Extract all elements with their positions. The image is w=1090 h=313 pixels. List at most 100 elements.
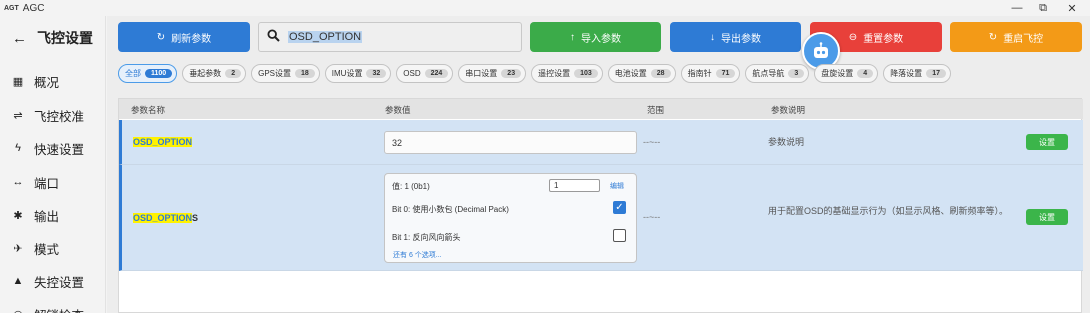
- sidebar-item-output[interactable]: ✱ 输出: [10, 205, 59, 225]
- chip-count: 23: [501, 69, 522, 78]
- reboot-fc-button[interactable]: ↻ 重启飞控: [950, 22, 1082, 52]
- search-value: OSD_OPTION: [288, 31, 363, 43]
- button-label: 导入参数: [581, 33, 621, 45]
- chip-vtol[interactable]: 垂起参数 2: [182, 64, 247, 83]
- table-row[interactable]: OSD_OPTIONS 值: 1 (0b1) 1 编辑 Bit 0: 使用小数包…: [119, 165, 1083, 271]
- chip-label: 垂起参数: [189, 69, 222, 78]
- name-highlight: OSD_OPTION: [133, 213, 193, 223]
- app-title: AGC: [22, 2, 45, 14]
- grid-icon: ▦: [12, 75, 24, 88]
- header-range: 范围: [647, 105, 665, 115]
- button-label: 导出参数: [721, 33, 761, 45]
- chip-compass[interactable]: 指南针 71: [680, 64, 741, 83]
- bit1-checkbox[interactable]: [613, 229, 626, 242]
- edit-link[interactable]: 编辑: [610, 181, 624, 191]
- table-header: 参数名称 参数值 范围 参数说明: [119, 99, 1083, 119]
- sidebar-item-label: 概况: [34, 75, 60, 90]
- back-arrow-icon[interactable]: ←: [12, 30, 27, 47]
- chip-label: 指南针: [687, 69, 712, 78]
- warning-icon: ▲: [12, 275, 24, 287]
- chip-label: 电池设置: [614, 69, 647, 78]
- chip-rc[interactable]: 遥控设置 103: [531, 64, 603, 83]
- sidebar-item-label: 端口: [34, 176, 60, 191]
- airplane-icon: ✈: [13, 242, 23, 255]
- param-name: OSD_OPTIONS: [133, 213, 198, 223]
- sidebar-item-label: 快速设置: [34, 142, 85, 157]
- param-range: --~--: [643, 212, 661, 222]
- lightning-icon: ϟ: [15, 142, 21, 154]
- sidebar-item-label: 飞控校准: [34, 109, 85, 124]
- sidebar-item-quick-setup[interactable]: ϟ 快速设置: [10, 138, 84, 158]
- chip-label: 航点导航: [752, 69, 785, 78]
- maximize-icon[interactable]: ⧉: [1028, 0, 1058, 16]
- bit0-checkbox[interactable]: ✓: [613, 201, 626, 214]
- chip-count: 71: [715, 69, 736, 78]
- chip-battery[interactable]: 电池设置 28: [607, 64, 676, 83]
- sidebar-item-label: 输出: [34, 209, 60, 224]
- sidebar-item-label: 失控设置: [34, 275, 85, 290]
- chip-serial[interactable]: 串口设置 23: [458, 64, 527, 83]
- port-arrows-icon: ↔: [12, 176, 24, 188]
- bit1-label: Bit 1: 反向风向箭头: [392, 233, 461, 242]
- chip-label: IMU设置: [331, 69, 363, 78]
- sidebar-header: ← 飞控设置: [12, 28, 93, 48]
- button-label: 重置参数: [863, 33, 904, 45]
- chip-loiter[interactable]: 盘旋设置 4: [814, 64, 879, 83]
- sidebar-item-ports[interactable]: ↔ 端口: [10, 172, 60, 192]
- upload-arrow-icon: ↑: [570, 31, 575, 43]
- sidebar-item-modes[interactable]: ✈ 模式: [10, 238, 59, 258]
- chip-gps[interactable]: GPS设置 18: [251, 64, 320, 83]
- chip-count: 2: [225, 69, 242, 78]
- chip-landing[interactable]: 降落设置 17: [883, 64, 951, 83]
- refresh-icon: ↻: [156, 31, 166, 43]
- search-input[interactable]: OSD_OPTION: [258, 22, 522, 52]
- export-params-button[interactable]: ↓ 导出参数: [670, 22, 801, 52]
- gear-icon: ✱: [13, 209, 23, 222]
- reset-icon: ⊖: [848, 31, 858, 43]
- main-content: ↻ 刷新参数 OSD_OPTION ↑ 导入参数 ↓ 导出参数 ⊖ 重置参数 ↻…: [107, 16, 1090, 313]
- chip-label: 盘旋设置: [821, 69, 854, 78]
- chip-all[interactable]: 全部 1100: [118, 64, 178, 83]
- chip-osd[interactable]: OSD 224: [396, 64, 454, 83]
- sidebar-item-arming-check[interactable]: ◎ 解锁检查: [10, 304, 84, 313]
- param-desc: 用于配置OSD的基础显示行为（如显示风格、刷新频率等）。: [768, 206, 1009, 216]
- chip-count: 32: [366, 69, 387, 78]
- set-button[interactable]: 设置: [1026, 209, 1068, 225]
- chip-label: 降落设置: [890, 69, 923, 78]
- download-arrow-icon: ↓: [710, 31, 715, 43]
- chip-label: OSD: [403, 69, 421, 78]
- bitmask-value-input[interactable]: 1: [549, 179, 600, 192]
- param-value-input[interactable]: 32: [384, 131, 637, 154]
- chip-count: 103: [574, 69, 598, 78]
- refresh-params-button[interactable]: ↻ 刷新参数: [118, 22, 250, 52]
- chip-label: 全部: [125, 69, 141, 78]
- chip-label: GPS设置: [258, 69, 291, 78]
- close-icon[interactable]: ✕: [1057, 0, 1087, 16]
- search-icon: [267, 29, 280, 45]
- chip-imu[interactable]: IMU设置 32: [324, 64, 392, 83]
- category-filter-bar: 全部 1100 垂起参数 2 GPS设置 18 IMU设置 32 OSD 224 串口设置…: [118, 64, 1090, 84]
- chip-count: 17: [926, 69, 946, 78]
- more-options-link[interactable]: 还有 6 个选项...: [393, 250, 442, 260]
- chip-label: 串口设置: [465, 69, 498, 78]
- name-rest: S: [192, 213, 199, 223]
- chip-count: 1100: [145, 69, 173, 78]
- sidebar-item-calibration[interactable]: ⇌ 飞控校准: [10, 105, 84, 125]
- chip-count: 224: [424, 69, 449, 78]
- reboot-icon: ↻: [988, 31, 998, 43]
- bitmask-editor: 值: 1 (0b1) 1 编辑 Bit 0: 使用小数包 (Decimal Pa…: [384, 173, 637, 263]
- header-value: 参数值: [385, 105, 411, 115]
- chip-count: 18: [295, 69, 315, 78]
- sidebar-item-failsafe[interactable]: ▲ 失控设置: [10, 271, 84, 291]
- sidebar-item-overview[interactable]: ▦ 概况: [10, 71, 59, 91]
- chip-waypoint[interactable]: 航点导航 3: [745, 64, 810, 83]
- button-label: 重启飞控: [1003, 33, 1044, 45]
- sidebar: ← 飞控设置 ▦ 概况 ⇌ 飞控校准 ϟ 快速设置 ↔ 端口 ✱ 输出 ✈ 模式…: [0, 16, 106, 313]
- chip-count: 3: [788, 69, 805, 78]
- sidebar-title: 飞控设置: [37, 30, 93, 46]
- sliders-icon: ⇌: [13, 109, 23, 122]
- bitmask-value-label: 值: 1 (0b1): [392, 182, 430, 191]
- set-button[interactable]: 设置: [1026, 134, 1068, 150]
- import-params-button[interactable]: ↑ 导入参数: [530, 22, 661, 52]
- table-row[interactable]: OSD_OPTION 32 --~-- 参数说明 设置: [119, 120, 1083, 165]
